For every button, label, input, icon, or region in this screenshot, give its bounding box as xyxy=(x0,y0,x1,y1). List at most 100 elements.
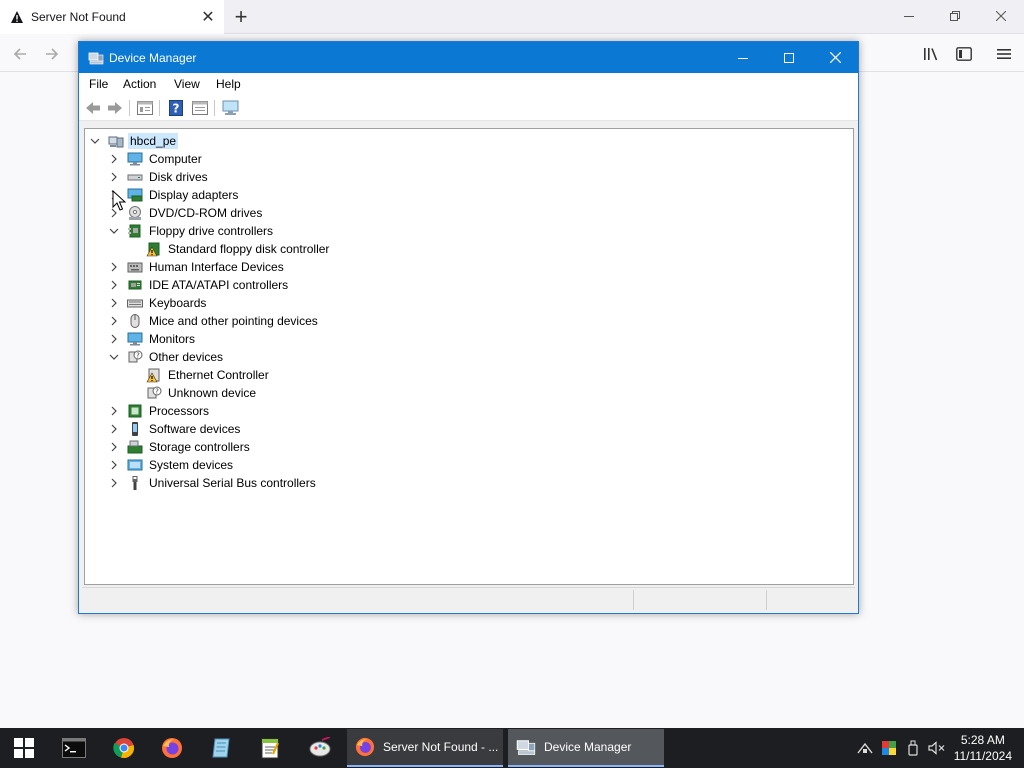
notepad-plus-icon[interactable] xyxy=(246,728,294,768)
firefox-icon xyxy=(355,737,375,757)
dm-title-bar: Device Manager xyxy=(79,42,858,73)
tree-item-label: Mice and other pointing devices xyxy=(149,314,318,328)
network-tools-icon[interactable] xyxy=(856,728,874,768)
dm-menu-bar: File Action View Help xyxy=(79,73,858,95)
tree-item-system-devices[interactable]: System devices xyxy=(108,456,235,474)
toolbar-back-icon[interactable] xyxy=(84,99,102,117)
clock-date: 11/11/2024 xyxy=(953,749,1012,763)
tree-root-node[interactable]: hbcd_pe xyxy=(89,132,179,150)
back-arrow-icon[interactable] xyxy=(6,40,34,68)
expand-arrow-icon[interactable] xyxy=(108,258,120,276)
expand-arrow-icon[interactable] xyxy=(108,330,120,348)
tree-item-storage-controllers[interactable]: Storage controllers xyxy=(108,438,252,456)
collapse-arrow-icon[interactable] xyxy=(108,222,120,240)
tree-item-ethernet-controller[interactable]: Ethernet Controller xyxy=(127,366,271,384)
browser-close-button[interactable] xyxy=(978,0,1024,32)
standard-floppy-disk-controller-icon xyxy=(146,241,162,257)
taskbar-task-device-manager[interactable]: Device Manager xyxy=(508,729,664,767)
paint-app-icon[interactable] xyxy=(296,728,344,768)
software-devices-icon xyxy=(127,421,143,437)
tree-item-unknown-device[interactable]: ? Unknown device xyxy=(127,384,258,402)
tree-item-mice-and-other-pointing-devices[interactable]: Mice and other pointing devices xyxy=(108,312,320,330)
tree-item-label: Software devices xyxy=(149,422,241,436)
toolbar-forward-icon[interactable] xyxy=(106,99,124,117)
browser-minimize-button[interactable] xyxy=(886,0,932,32)
computer-icon xyxy=(127,151,143,167)
menu-view[interactable]: View xyxy=(174,77,200,91)
tree-item-disk-drives[interactable]: Disk drives xyxy=(108,168,210,186)
expand-arrow-icon[interactable] xyxy=(108,402,120,420)
tree-item-human-interface-devices[interactable]: Human Interface Devices xyxy=(108,258,286,276)
collapse-arrow-icon[interactable] xyxy=(89,132,101,150)
usb-eject-icon[interactable] xyxy=(904,728,922,768)
dm-minimize-button[interactable] xyxy=(720,42,766,73)
toolbar-properties-icon[interactable] xyxy=(136,99,154,117)
status-separator xyxy=(633,590,634,610)
dm-maximize-button[interactable] xyxy=(766,42,812,73)
toolbar-help-icon[interactable]: ? xyxy=(167,99,185,117)
human-interface-devices-icon xyxy=(127,259,143,275)
tree-item-label: Disk drives xyxy=(149,170,208,184)
device-tree[interactable]: hbcd_pe Computer Disk drives Display adapt… xyxy=(84,128,854,585)
close-tab-icon[interactable]: ✕ xyxy=(198,7,218,27)
mice-and-other-pointing-devices-icon xyxy=(127,313,143,329)
tree-root-label: hbcd_pe xyxy=(128,133,179,149)
expand-arrow-icon[interactable] xyxy=(108,276,120,294)
menu-file[interactable]: File xyxy=(89,77,108,91)
taskbar-clock[interactable]: 5:28 AM 11/11/2024 xyxy=(954,732,1012,764)
device-manager-app-icon xyxy=(516,737,536,757)
tree-item-ide-ata-atapi-controllers[interactable]: IDE ATA/ATAPI controllers xyxy=(108,276,290,294)
taskbar-task-label: Device Manager xyxy=(544,740,632,754)
expand-arrow-icon[interactable] xyxy=(108,168,120,186)
tree-item-other-devices[interactable]: ? Other devices xyxy=(108,348,225,366)
expand-arrow-icon[interactable] xyxy=(108,312,120,330)
menu-help[interactable]: Help xyxy=(216,77,241,91)
firefox-icon[interactable] xyxy=(148,728,196,768)
menu-icon[interactable] xyxy=(992,42,1016,66)
expand-arrow-icon[interactable] xyxy=(108,420,120,438)
taskbar-task-firefox[interactable]: Server Not Found - ... xyxy=(347,729,503,767)
sidebar-icon[interactable] xyxy=(952,42,976,66)
device-manager-window: Device Manager File Action View Help ? h… xyxy=(78,41,859,614)
library-icon[interactable] xyxy=(920,42,944,66)
expand-arrow-icon[interactable] xyxy=(108,456,120,474)
browser-restore-button[interactable] xyxy=(932,0,978,32)
svg-text:?: ? xyxy=(155,388,159,396)
tree-item-display-adapters[interactable]: Display adapters xyxy=(108,186,240,204)
tree-item-label: Human Interface Devices xyxy=(149,260,284,274)
notes-app-icon[interactable] xyxy=(197,728,245,768)
expand-arrow-icon[interactable] xyxy=(108,438,120,456)
tree-item-universal-serial-bus-controllers[interactable]: Universal Serial Bus controllers xyxy=(108,474,318,492)
browser-tab[interactable]: Server Not Found ✕ xyxy=(0,0,224,34)
toolbar-scan-hardware-icon[interactable] xyxy=(222,99,240,117)
tree-item-keyboards[interactable]: Keyboards xyxy=(108,294,208,312)
tree-item-standard-floppy-disk-controller[interactable]: Standard floppy disk controller xyxy=(127,240,331,258)
tree-item-dvd-cd-rom-drives[interactable]: DVD/CD-ROM drives xyxy=(108,204,264,222)
chrome-icon[interactable] xyxy=(100,728,148,768)
toolbar-separator xyxy=(159,100,160,116)
tree-item-monitors[interactable]: Monitors xyxy=(108,330,197,348)
tree-item-processors[interactable]: Processors xyxy=(108,402,211,420)
tree-item-label: IDE ATA/ATAPI controllers xyxy=(149,278,289,292)
tree-item-label: Processors xyxy=(149,404,210,418)
terminal-icon[interactable] xyxy=(50,728,98,768)
dm-close-button[interactable] xyxy=(812,42,858,73)
windows-start-icon[interactable] xyxy=(0,728,48,768)
status-separator xyxy=(766,590,767,610)
menu-action[interactable]: Action xyxy=(123,77,156,91)
expand-arrow-icon[interactable] xyxy=(108,474,120,492)
toolbar-view-icon[interactable] xyxy=(191,99,209,117)
tree-item-floppy-drive-controllers[interactable]: Floppy drive controllers xyxy=(108,222,275,240)
tree-item-label: Floppy drive controllers xyxy=(149,224,274,238)
tree-item-software-devices[interactable]: Software devices xyxy=(108,420,242,438)
expand-arrow-icon[interactable] xyxy=(108,294,120,312)
color-picker-icon[interactable] xyxy=(880,728,898,768)
forward-arrow-icon[interactable] xyxy=(38,40,66,68)
expand-arrow-icon[interactable] xyxy=(108,150,120,168)
browser-tab-bar: Server Not Found ✕ + xyxy=(0,0,1024,34)
svg-text:?: ? xyxy=(173,102,180,116)
volume-muted-icon[interactable] xyxy=(927,728,947,768)
tree-item-computer[interactable]: Computer xyxy=(108,150,204,168)
collapse-arrow-icon[interactable] xyxy=(108,348,120,366)
new-tab-button[interactable]: + xyxy=(230,4,252,29)
